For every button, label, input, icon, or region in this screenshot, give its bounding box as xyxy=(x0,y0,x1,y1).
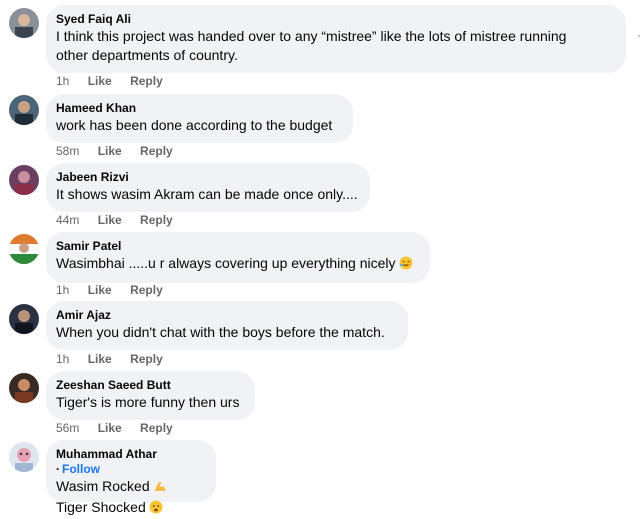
comment-text: other departments of country. xyxy=(56,47,238,63)
comment-meta: 44m Like Reply xyxy=(56,213,188,227)
comment-meta: 1h Like Reply xyxy=(56,352,178,366)
reply-button[interactable]: Reply xyxy=(140,144,173,158)
avatar[interactable] xyxy=(9,95,39,125)
comment-bubble: Jabeen Rizvi It shows wasim Akram can be… xyxy=(46,163,370,212)
separator-dot: · xyxy=(56,462,60,476)
comment-text: Wasim Rocked xyxy=(56,477,204,498)
comment-author[interactable]: Syed Faiq Ali xyxy=(56,12,614,27)
comment-timestamp[interactable]: 58m xyxy=(56,144,79,158)
like-button[interactable]: Like xyxy=(98,421,122,435)
comment-timestamp[interactable]: 1h xyxy=(56,74,69,88)
comment-author[interactable]: Samir Patel xyxy=(56,239,418,254)
reply-button[interactable]: Reply xyxy=(130,74,163,88)
comment-author: Muhammad Athar · Follow xyxy=(56,447,204,477)
comment-timestamp[interactable]: 1h xyxy=(56,283,69,297)
avatar[interactable] xyxy=(9,8,39,38)
comment-text: Tiger Shocked xyxy=(56,498,204,519)
avatar-photo xyxy=(9,95,39,125)
like-button[interactable]: Like xyxy=(88,352,112,366)
avatar[interactable] xyxy=(9,442,39,472)
reply-button[interactable]: Reply xyxy=(140,421,173,435)
comment-bubble: Samir Patel Wasimbhai .....u r always co… xyxy=(46,232,430,283)
avatar[interactable] xyxy=(9,165,39,195)
comment-author[interactable]: Hameed Khan xyxy=(56,101,341,116)
reply-button[interactable]: Reply xyxy=(140,213,173,227)
reply-button[interactable]: Reply xyxy=(130,283,163,297)
comment-author[interactable]: Zeeshan Saeed Butt xyxy=(56,378,243,393)
follow-button[interactable]: Follow xyxy=(62,462,100,476)
avatar[interactable] xyxy=(9,234,39,264)
comment-text-content: Wasim Rocked xyxy=(56,478,150,494)
comment-text: Tiger's is more funny then urs xyxy=(56,394,240,410)
comment-meta: 1h Like Reply xyxy=(56,283,178,297)
comment-text-content: Tiger Shocked xyxy=(56,499,146,515)
comment-text: work has been done according to the budg… xyxy=(56,117,333,133)
like-button[interactable]: Like xyxy=(98,213,122,227)
comment-text: When you didn't chat with the boys befor… xyxy=(56,324,385,340)
avatar-photo xyxy=(9,234,39,264)
comment-text: I think this project was handed over to … xyxy=(56,28,567,44)
comment-bubble: Muhammad Athar · Follow Wasim Rocked Tige… xyxy=(46,440,216,515)
like-button[interactable]: Like xyxy=(88,74,112,88)
comment-bubble: Zeeshan Saeed Butt Tiger's is more funny… xyxy=(46,371,255,420)
avatar-photo xyxy=(9,304,39,334)
rolling-laughing-emoji-icon xyxy=(399,256,413,275)
comment-text: It shows wasim Akram can be made once on… xyxy=(56,186,358,202)
flexed-biceps-emoji-icon xyxy=(153,479,167,498)
reply-button[interactable]: Reply xyxy=(130,352,163,366)
comment-bubble: Amir Ajaz When you didn't chat with the … xyxy=(46,301,408,350)
comment-author-name[interactable]: Muhammad Athar xyxy=(56,447,157,461)
comment-author[interactable]: Jabeen Rizvi xyxy=(56,170,358,185)
comment-author[interactable]: Amir Ajaz xyxy=(56,308,396,323)
comment-meta: 58m Like Reply xyxy=(56,144,188,158)
avatar-photo xyxy=(9,442,39,472)
comment-timestamp[interactable]: 56m xyxy=(56,421,79,435)
comment-bubble: Hameed Khan work has been done according… xyxy=(46,94,353,143)
avatar[interactable] xyxy=(9,304,39,334)
comment-meta: 1h Like Reply xyxy=(56,74,178,88)
avatar[interactable] xyxy=(9,373,39,403)
comment-text-content: Wasimbhai .....u r always covering up ev… xyxy=(56,255,396,271)
like-button[interactable]: Like xyxy=(88,283,112,297)
like-button[interactable]: Like xyxy=(98,144,122,158)
avatar-photo xyxy=(9,373,39,403)
avatar-photo xyxy=(9,8,39,38)
avatar-photo xyxy=(9,165,39,195)
comment-bubble: Syed Faiq Ali I think this project was h… xyxy=(46,5,626,73)
comment-timestamp[interactable]: 1h xyxy=(56,352,69,366)
comment-timestamp[interactable]: 44m xyxy=(56,213,79,227)
comment-text: Wasimbhai .....u r always covering up ev… xyxy=(56,254,418,275)
sad-face-emoji-icon xyxy=(149,500,163,519)
comment-meta: 56m Like Reply xyxy=(56,421,188,435)
